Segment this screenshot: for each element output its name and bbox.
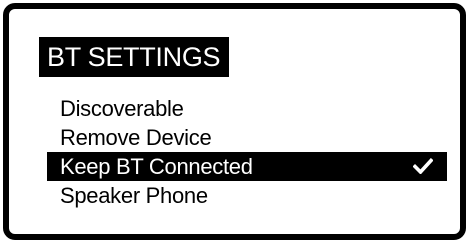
- menu-item-keep-bt-connected[interactable]: Keep BT Connected: [47, 152, 447, 181]
- menu-item-speaker-phone[interactable]: Speaker Phone: [47, 181, 447, 210]
- menu-item-label: Discoverable: [60, 96, 184, 121]
- menu-item-discoverable[interactable]: Discoverable: [47, 94, 447, 123]
- settings-menu: Discoverable Remove Device Keep BT Conne…: [47, 94, 447, 210]
- menu-item-label: Keep BT Connected: [60, 154, 253, 179]
- menu-item-remove-device[interactable]: Remove Device: [47, 123, 447, 152]
- menu-item-label: Remove Device: [60, 125, 212, 150]
- checkmark-icon: [413, 158, 433, 174]
- menu-item-label: Speaker Phone: [60, 183, 208, 208]
- screen-title: BT SETTINGS: [39, 37, 230, 77]
- display-screen: BT SETTINGS Discoverable Remove Device K…: [3, 3, 466, 240]
